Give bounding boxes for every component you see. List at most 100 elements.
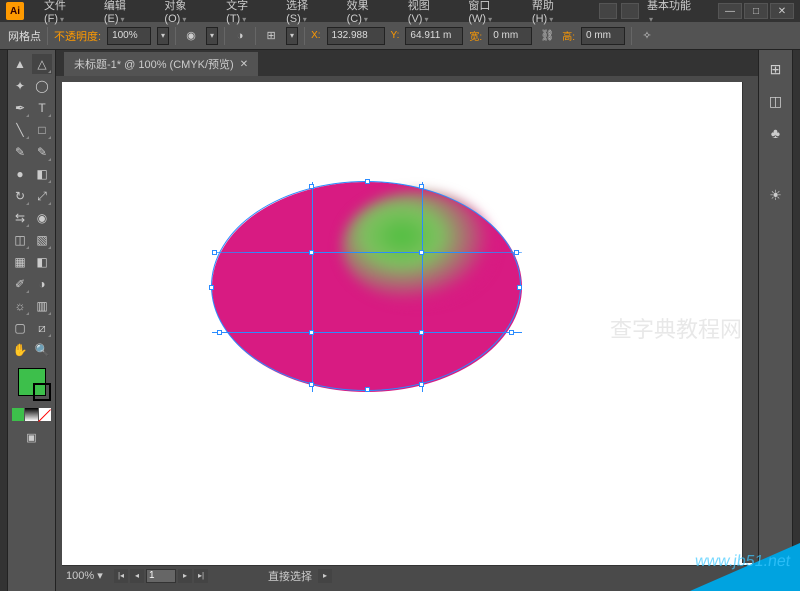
direct-selection-tool[interactable]: △ [32,54,52,74]
align-dropdown[interactable]: ▾ [286,27,298,45]
mesh-anchor[interactable] [419,382,424,387]
mesh-anchor[interactable] [217,330,222,335]
mesh-anchor[interactable] [517,285,522,290]
pen-tool[interactable]: ✒ [10,98,30,118]
perspective-tool[interactable]: ▧ [32,230,52,250]
color-mode-none[interactable] [39,408,51,421]
tab-close-icon[interactable]: ✕ [240,59,248,70]
mesh-ellipse-shape[interactable] [212,182,522,392]
canvas[interactable]: 查字典教程网 [62,82,752,565]
prev-artboard-button[interactable]: ◂ [130,569,144,583]
libraries-panel-icon[interactable]: ♣ [765,122,787,144]
mesh-anchor[interactable] [419,250,424,255]
eyedropper-tool[interactable]: ✐ [10,274,30,294]
w-input[interactable] [488,27,532,45]
link-wh-icon[interactable]: ⛓ [538,27,556,45]
lasso-tool[interactable]: ◯ [32,76,52,96]
next-artboard-button[interactable]: ▸ [178,569,192,583]
y-input[interactable] [405,27,463,45]
width-tool[interactable]: ⇆ [10,208,30,228]
mesh-anchor[interactable] [365,387,370,392]
right-panel-dock: ⊞ ◫ ♣ ☀ [758,50,792,591]
maximize-button[interactable]: □ [744,3,768,19]
magic-wand-tool[interactable]: ✦ [10,76,30,96]
appearance-panel-icon[interactable]: ☀ [765,184,787,206]
lasso-icon: ◯ [35,79,48,93]
menu-window[interactable]: 窗口(W)▾ [460,0,522,27]
menu-file[interactable]: 文件(F)▾ [36,0,94,27]
status-dropdown[interactable]: ▸ [318,569,332,583]
close-button[interactable]: ✕ [770,3,794,19]
mesh-tool[interactable]: ▦ [10,252,30,272]
recolor-icon[interactable]: ◑ [231,27,249,45]
last-artboard-button[interactable]: ▸| [194,569,208,583]
mesh-anchor[interactable] [212,250,217,255]
menu-type[interactable]: 文字(T)▾ [218,0,276,27]
vertical-scrollbar[interactable] [742,82,758,563]
gradient-tool[interactable]: ◧ [32,252,52,272]
stroke-color-swatch[interactable] [33,383,51,401]
symbol-sprayer-tool[interactable]: ☼ [10,296,30,316]
bridge-icon[interactable] [599,3,617,19]
shape-builder-tool[interactable]: ◫ [10,230,30,250]
first-artboard-button[interactable]: |◂ [114,569,128,583]
rotate-tool[interactable]: ↻ [10,186,30,206]
scale-tool[interactable]: ⤢ [32,186,52,206]
menu-edit[interactable]: 编辑(E)▾ [96,0,155,27]
screen-mode-button[interactable]: ▣ [22,429,42,445]
fill-color-swatch[interactable] [18,368,46,396]
x-label: X: [311,30,320,41]
x-input[interactable] [327,27,385,45]
hand-tool[interactable]: ✋ [10,340,30,360]
color-mode-gradient[interactable] [25,408,37,421]
transform-icon[interactable]: ✧ [638,27,656,45]
mesh-anchor[interactable] [309,184,314,189]
mesh-anchor[interactable] [509,330,514,335]
zoom-icon: 🔍 [35,343,50,357]
rectangle-tool[interactable]: □ [32,120,52,140]
slice-tool[interactable]: ⧄ [32,318,52,338]
mesh-anchor[interactable] [309,382,314,387]
workspace-switcher[interactable]: 基本功能 ▾ [639,0,708,27]
artboard-tool[interactable]: ▢ [10,318,30,338]
menu-view[interactable]: 视图(V)▾ [400,0,459,27]
pencil-tool[interactable]: ✎ [32,142,52,162]
style-dropdown[interactable]: ▾ [206,27,218,45]
mesh-anchor[interactable] [514,250,519,255]
style-icon[interactable]: ◉ [182,27,200,45]
color-panel-icon[interactable]: ⊞ [765,58,787,80]
paintbrush-tool[interactable]: ✎ [10,142,30,162]
opacity-dropdown[interactable]: ▾ [157,27,169,45]
mesh-anchor[interactable] [309,330,314,335]
mesh-anchor[interactable] [309,250,314,255]
align-icon[interactable]: ⊞ [262,27,280,45]
color-mode-solid[interactable] [12,408,24,421]
type-tool[interactable]: T [32,98,52,118]
blend-tool[interactable]: ◑ [32,274,52,294]
menu-effect[interactable]: 效果(C)▾ [339,0,398,27]
mesh-anchor[interactable] [365,179,370,184]
swatches-panel-icon[interactable]: ◫ [765,90,787,112]
opacity-input[interactable] [107,27,151,45]
eraser-tool[interactable]: ◧ [32,164,52,184]
mesh-anchor[interactable] [419,330,424,335]
graph-tool[interactable]: ▥ [32,296,52,316]
document-tab[interactable]: 未标题-1* @ 100% (CMYK/预览) ✕ [64,52,258,76]
selection-tool[interactable]: ▲ [10,54,30,74]
mesh-anchor[interactable] [419,184,424,189]
zoom-tool[interactable]: 🔍 [32,340,52,360]
menu-select[interactable]: 选择(S)▾ [278,0,337,27]
mesh-anchor[interactable] [209,285,214,290]
free-transform-tool[interactable]: ◉ [32,208,52,228]
minimize-button[interactable]: — [718,3,742,19]
menu-help[interactable]: 帮助(H)▾ [524,0,583,27]
menu-object[interactable]: 对象(O)▾ [156,0,216,27]
blob-brush-tool[interactable]: ● [10,164,30,184]
graph-icon: ▥ [36,299,47,313]
h-input[interactable] [581,27,625,45]
arrange-icon[interactable] [621,3,639,19]
zoom-readout[interactable]: 100% ▾ [62,569,114,582]
artboard-number-input[interactable] [146,569,176,583]
pencil-icon: ✎ [37,145,47,159]
line-tool[interactable]: ╲ [10,120,30,140]
